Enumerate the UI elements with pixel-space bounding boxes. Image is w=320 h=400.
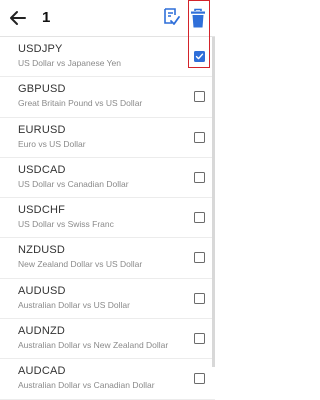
list-item[interactable]: NZDUSD New Zealand Dollar vs US Dollar (0, 238, 215, 279)
scrollbar[interactable] (212, 37, 215, 367)
checkbox[interactable] (194, 373, 205, 385)
symbol-description: Euro vs US Dollar (18, 138, 86, 149)
symbol-name: AUDCAD (18, 365, 66, 378)
symbol-description: Australian Dollar vs US Dollar (18, 299, 130, 310)
symbol-name: USDCHF (18, 204, 66, 217)
symbol-name: USDCAD (18, 163, 66, 176)
symbol-name: AUDNZD (18, 325, 66, 338)
checkbox[interactable] (194, 51, 205, 62)
checkbox[interactable] (194, 252, 205, 264)
checkbox[interactable] (194, 91, 205, 103)
symbol-description: US Dollar vs Canadian Dollar (18, 178, 129, 189)
symbol-name: AUDUSD (18, 284, 66, 297)
symbol-description: Australian Dollar vs New Zealand Dollar (18, 340, 169, 351)
symbol-description: US Dollar vs Swiss Franc (18, 219, 114, 230)
list-item[interactable]: EURUSD Euro vs US Dollar (0, 118, 215, 158)
symbol-description: US Dollar vs Japanese Yen (18, 58, 122, 68)
symbol-name: EURUSD (18, 123, 66, 136)
checkbox[interactable] (194, 292, 205, 304)
symbol-list: USDJPY US Dollar vs Japanese Yen GBPUSD Gre… (0, 37, 215, 400)
symbol-description: Australian Dollar vs Canadian Dollar (18, 380, 155, 391)
checkbox[interactable] (194, 212, 205, 224)
checkbox[interactable] (194, 333, 205, 345)
symbol-description: Great Britain Pound vs US Dollar (18, 98, 143, 109)
symbol-name: NZDUSD (18, 244, 66, 257)
checkbox[interactable] (194, 131, 205, 143)
arrow-left-icon[interactable] (6, 6, 30, 30)
checkbox[interactable] (194, 171, 205, 183)
list-item[interactable]: AUDCAD Australian Dollar vs Canadian Doll… (0, 359, 215, 400)
symbol-description: New Zealand Dollar vs US Dollar (18, 259, 143, 270)
symbol-name: USDJPY (18, 43, 63, 55)
list-item[interactable]: AUDNZD Australian Dollar vs New Zealand D… (0, 319, 215, 360)
list-item[interactable]: USDCHF US Dollar vs Swiss Franc (0, 198, 215, 239)
selected-count-title: 1 (42, 9, 51, 26)
top-app-bar: 1 (0, 0, 215, 37)
symbol-name: GBPUSD (18, 83, 66, 96)
select-all-icon[interactable] (162, 7, 180, 27)
list-item[interactable]: AUDUSD Australian Dollar vs US Dollar (0, 279, 215, 320)
list-item[interactable]: USDCAD US Dollar vs Canadian Dollar (0, 158, 215, 199)
check-icon (195, 53, 204, 60)
list-item[interactable]: GBPUSD Great Britain Pound vs US Dollar (0, 77, 215, 118)
trash-icon[interactable] (186, 6, 210, 31)
list-item[interactable]: USDJPY US Dollar vs Japanese Yen (0, 37, 215, 78)
